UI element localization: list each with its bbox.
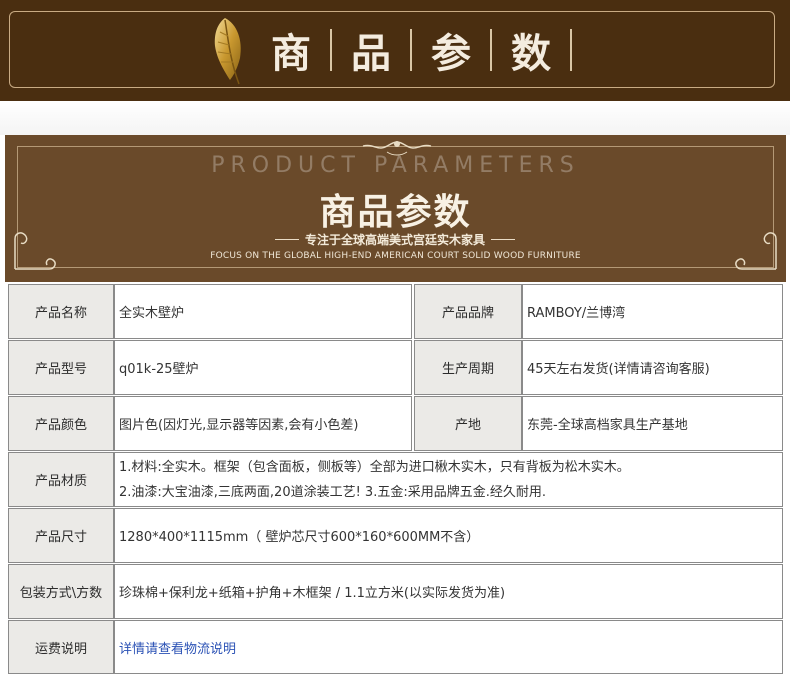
shipping-info-link[interactable]: 详情请查看物流说明 — [119, 638, 236, 657]
header-subtitle: 专注于全球高端美式宫廷实木家具 — [304, 232, 485, 247]
label-model: 产品型号 — [8, 340, 114, 395]
value-packaging: 珍珠棉+保利龙+纸箱+护角+木框架 / 1.1立方米(以实际发货为准) — [114, 564, 783, 619]
label-production-cycle: 生产周期 — [414, 340, 522, 395]
header-chinese-title: 商品参数 — [319, 191, 472, 233]
value-color: 图片色(因灯光,显示器等因素,会有小色差) — [114, 396, 412, 451]
value-product-name: 全实木壁炉 — [114, 284, 412, 339]
value-material: 1.材料:全实木。框架（包含面板，侧板等）全部为进口楸木实木，只有背板为松木实木… — [114, 452, 783, 507]
banner-title-char: 商 — [271, 30, 311, 77]
banner-title-char: 数 — [511, 30, 551, 77]
material-line: 2.油漆:大宝油漆,三底两面,20道涂装工艺! 3.五金:采用品牌五金.经久耐用… — [119, 484, 546, 500]
value-brand: RAMBOY/兰博湾 — [522, 284, 783, 339]
value-shipping: 详情请查看物流说明 — [114, 620, 783, 674]
header-subtitle-row: 专注于全球高端美式宫廷实木家具 — [245, 231, 545, 247]
feather-icon — [214, 18, 241, 85]
label-packaging: 包装方式\方数 — [8, 564, 114, 619]
label-product-name: 产品名称 — [8, 284, 114, 339]
value-origin: 东莞-全球高档家具生产基地 — [522, 396, 783, 451]
header-english-subtitle: FOCUS ON THE GLOBAL HIGH-END AMERICAN CO… — [210, 251, 581, 261]
label-size: 产品尺寸 — [8, 508, 114, 563]
banner-title-char: 品 — [351, 30, 391, 77]
label-material: 产品材质 — [8, 452, 114, 507]
banner-title-char: 参 — [431, 30, 471, 77]
banner-separator — [410, 29, 412, 71]
spec-table: 产品名称 全实木壁炉 产品品牌 RAMBOY/兰博湾 产品型号 q01k-25壁… — [5, 282, 786, 674]
banner-separator — [330, 29, 332, 71]
value-production-cycle: 45天左右发货(详情请咨询客服) — [522, 340, 783, 395]
label-origin: 产地 — [414, 396, 522, 451]
parameters-header: PRODUCT PARAMETERS 商品参数 专注于全球高端美式宫廷实木家具 … — [5, 135, 786, 282]
header-english-title: PRODUCT PARAMETERS — [211, 153, 580, 178]
material-line: 1.材料:全实木。框架（包含面板，侧板等）全部为进口楸木实木，只有背板为松木实木… — [119, 459, 630, 475]
subtitle-divider — [491, 238, 515, 240]
banner-spacer — [0, 101, 790, 135]
banner-separator — [570, 29, 572, 71]
label-color: 产品颜色 — [8, 396, 114, 451]
label-shipping: 运费说明 — [8, 620, 114, 674]
label-brand: 产品品牌 — [414, 284, 522, 339]
banner-title: 商 品 参 数 — [262, 22, 582, 78]
subtitle-divider — [274, 238, 299, 240]
banner-separator — [490, 29, 492, 71]
value-size: 1280*400*1115mm（ 壁炉芯尺寸600*160*600MM不含） — [114, 508, 783, 563]
top-banner: 商 品 参 数 — [0, 0, 790, 101]
value-model: q01k-25壁炉 — [114, 340, 412, 395]
